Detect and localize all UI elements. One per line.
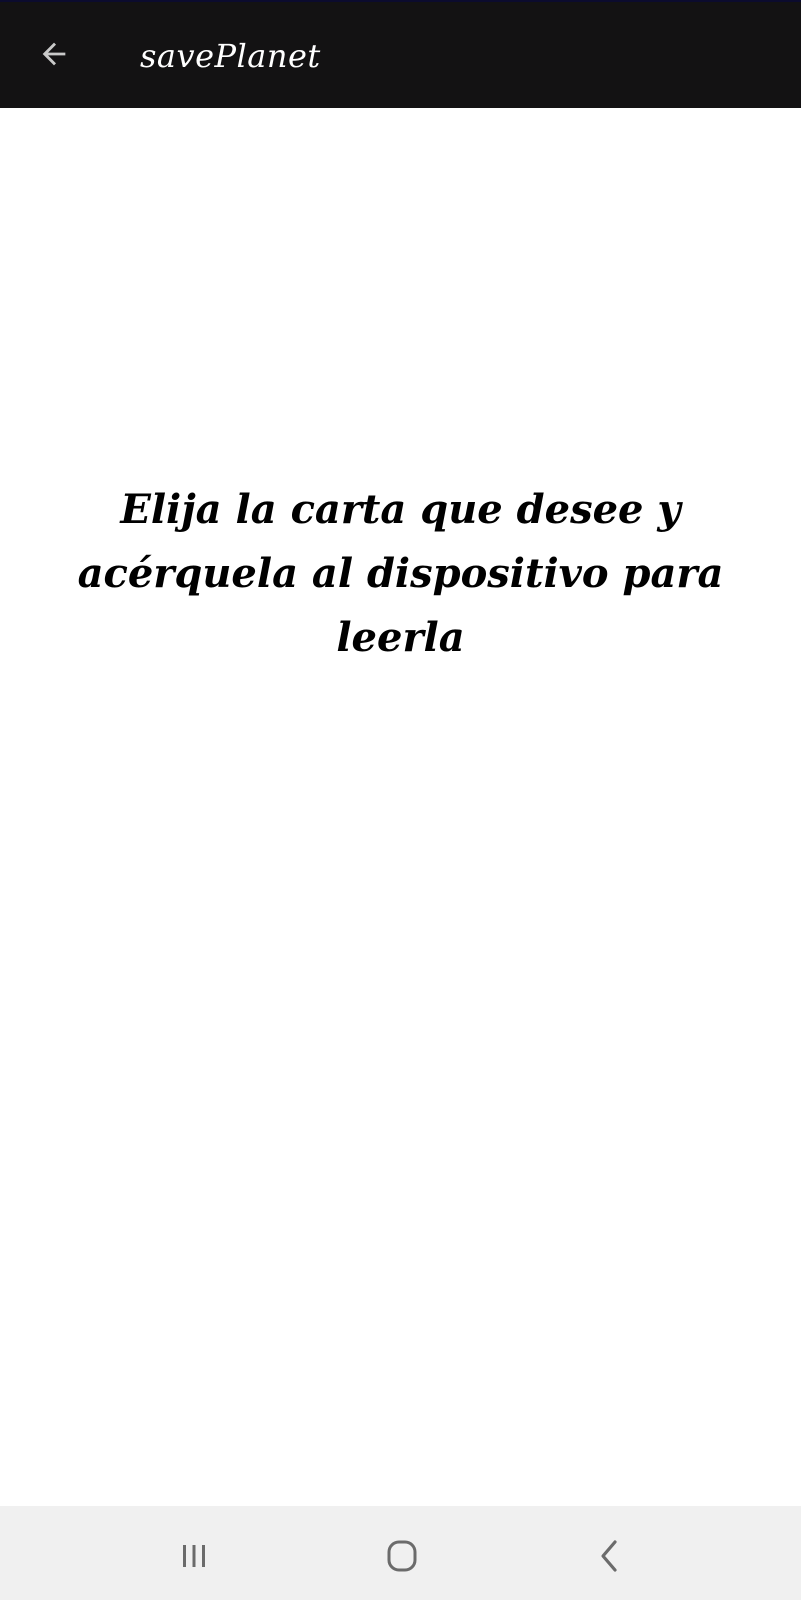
recent-apps-button[interactable] [164, 1526, 224, 1586]
app-bar: savePlanet [0, 0, 801, 108]
instruction-text: Elija la carta que desee y acérquela al … [77, 486, 724, 661]
system-nav-bar [0, 1506, 801, 1600]
arrow-left-icon [42, 42, 66, 66]
back-button[interactable] [28, 28, 80, 80]
back-chevron-icon [601, 1540, 617, 1572]
system-back-button[interactable] [580, 1526, 640, 1586]
main-content: Elija la carta que desee y acérquela al … [0, 108, 801, 1506]
app-title: savePlanet [140, 37, 321, 75]
home-icon [387, 1540, 417, 1572]
home-button[interactable] [372, 1526, 432, 1586]
recent-apps-icon [183, 1545, 205, 1567]
